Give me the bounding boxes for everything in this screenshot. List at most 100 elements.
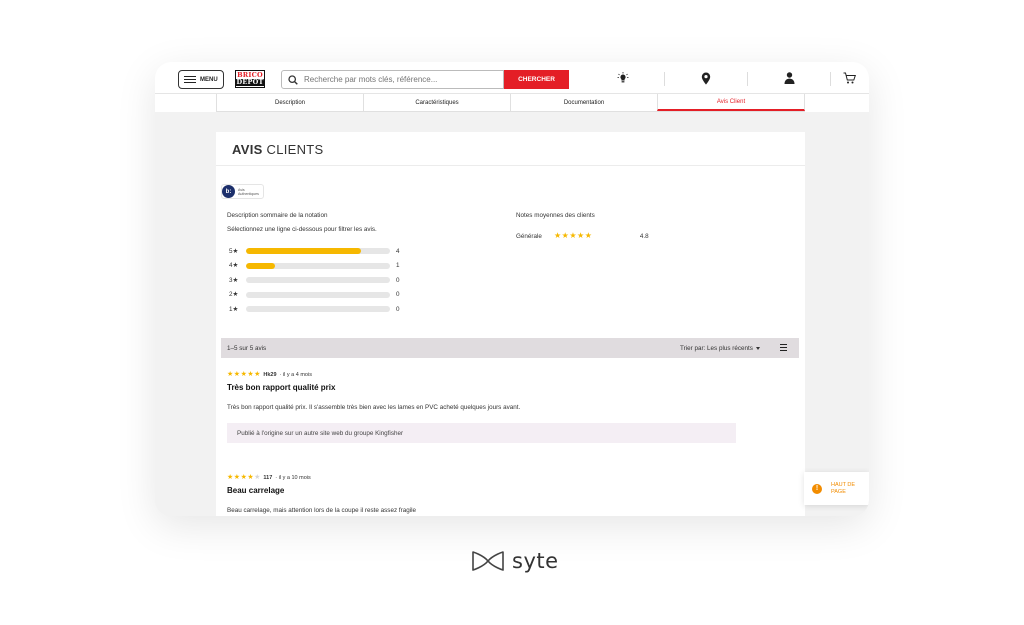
review-body: Très bon rapport qualité prix. Il s'asse… — [227, 404, 521, 411]
review-author: 117 — [263, 475, 273, 481]
sort-label: Trier par: Les plus récents — [680, 344, 753, 352]
histogram-count: 0 — [396, 291, 400, 298]
syte-brand: syte — [469, 549, 559, 573]
tab-description[interactable]: Description — [216, 94, 363, 111]
star-icon: ★ — [233, 371, 241, 378]
menu-label: MENU — [200, 76, 218, 83]
average-stars: ★ ★ ★ ★ ★ — [554, 232, 592, 240]
histogram-row[interactable]: 5★ 4 — [229, 247, 400, 255]
star-icon: ★ — [247, 371, 254, 378]
review-item: ★ ★ ★ ★ ★ 117 · il y a 10 mois Beau carrelag… — [227, 474, 787, 514]
reviews-toolbar: 1–5 sur 5 avis Trier par: Les plus récen… — [221, 338, 799, 358]
review-title: Très bon rapport qualité prix — [227, 383, 336, 392]
star-icon: ★ — [554, 231, 562, 240]
review-item: ★ ★ ★ ★ ★ Hk29 · il y a 4 mois Très bon rapp… — [227, 371, 787, 443]
histogram-label: 5★ — [229, 247, 239, 255]
histogram-count: 0 — [396, 305, 400, 313]
cart-icon[interactable] — [842, 71, 856, 85]
histogram-row[interactable]: 4★ 1 — [229, 262, 400, 270]
syndication-note: Publié à l'origine sur un autre site web… — [227, 423, 736, 443]
histogram-label: 1★ — [229, 305, 239, 313]
star-icon: ★ — [577, 231, 585, 240]
histogram-label: 2★ — [229, 291, 239, 298]
header-divider — [664, 72, 665, 86]
authentic-reviews-text: Avis Authentiques — [238, 188, 259, 196]
site-header: MENU BRICO DEPOT CHERCHER — [155, 62, 869, 94]
product-tabs: Description Caractéristiques Documentati… — [216, 94, 805, 112]
star-icon: ★ — [240, 474, 247, 481]
star-icon: ★ — [233, 474, 241, 481]
authentic-reviews-logo: b: — [222, 185, 235, 198]
reviews-panel: AVIS CLIENTS b: Avis Authentiques Descri… — [216, 132, 805, 516]
star-icon: ★ — [254, 371, 261, 378]
tab-caracteristiques[interactable]: Caractéristiques — [363, 94, 510, 111]
summary-title: Description sommaire de la notation — [227, 212, 328, 219]
histogram-bar-track — [246, 291, 390, 298]
review-stars: ★ ★ ★ ★ ★ — [227, 474, 260, 482]
histogram-row[interactable]: 2★ 0 — [229, 291, 400, 299]
review-body: Beau carrelage, mais attention lors de l… — [227, 507, 417, 514]
review-author: Hk29 — [263, 372, 277, 378]
authentic-reviews-badge: b: Avis Authentiques — [221, 184, 264, 199]
star-icon: ★ — [240, 371, 247, 378]
header-divider — [830, 72, 831, 86]
review-date: · il y a 4 mois — [279, 372, 312, 378]
histogram-count: 4 — [396, 247, 400, 255]
menu-button[interactable]: MENU — [178, 70, 224, 89]
logo-line2: DEPOT — [236, 78, 264, 86]
hamburger-icon — [184, 75, 196, 84]
histogram-count: 1 — [396, 262, 400, 269]
review-title: Beau carrelage — [227, 486, 285, 495]
review-meta: ★ ★ ★ ★ ★ Hk29 · il y a 4 mois — [227, 371, 787, 379]
user-icon[interactable] — [782, 71, 796, 85]
average-rating-row: Générale ★ ★ ★ ★ ★ 4.8 — [516, 232, 649, 240]
location-icon[interactable] — [699, 71, 713, 85]
summary-subtitle: Sélectionnez une ligne ci-dessous pour f… — [227, 226, 377, 233]
star-icon: ★ — [227, 474, 234, 481]
tab-avis-client[interactable]: Avis Client — [657, 94, 805, 111]
histogram-row[interactable]: 1★ 0 — [229, 305, 400, 313]
browser-frame: MENU BRICO DEPOT CHERCHER Description Ca… — [155, 62, 869, 516]
reviews-title-rest: CLIENTS — [266, 142, 324, 157]
search-box — [281, 70, 504, 89]
search-input[interactable] — [304, 75, 494, 84]
header-divider — [747, 72, 748, 86]
back-to-top-button[interactable]: ! HAUT DE PAGE — [804, 472, 869, 505]
review-stars: ★ ★ ★ ★ ★ — [227, 371, 260, 379]
histogram-bar-track — [246, 277, 390, 283]
list-view-icon[interactable] — [780, 344, 787, 351]
search-button[interactable]: CHERCHER — [504, 70, 569, 89]
average-label: Générale — [516, 232, 542, 240]
average-value: 4.8 — [639, 232, 649, 240]
tab-documentation[interactable]: Documentation — [510, 94, 657, 111]
histogram-count: 0 — [396, 276, 400, 284]
search-icon — [288, 74, 298, 85]
histogram-bar-track — [246, 248, 390, 254]
brico-depot-logo[interactable]: BRICO DEPOT — [235, 70, 265, 88]
star-icon: ★ — [569, 231, 577, 240]
syte-wordmark: syte — [512, 549, 559, 573]
average-title: Notes moyennes des clients — [516, 212, 595, 219]
star-icon: ★ — [584, 231, 592, 240]
histogram-label: 3★ — [229, 276, 239, 284]
chevron-down-icon — [755, 346, 760, 350]
star-icon: ★ — [247, 474, 254, 481]
syte-logo-icon — [472, 551, 504, 571]
idea-icon[interactable] — [616, 71, 630, 85]
histogram-bar-fill — [246, 248, 362, 254]
review-date: · il y a 10 mois — [275, 475, 311, 481]
reviews-title: AVIS CLIENTS — [232, 142, 324, 157]
histogram-label: 4★ — [229, 262, 239, 269]
star-icon: ★ — [561, 231, 569, 240]
star-icon: ★ — [227, 371, 234, 378]
histogram-row[interactable]: 3★ 0 — [229, 276, 400, 284]
histogram-bar-fill — [246, 262, 275, 269]
review-meta: ★ ★ ★ ★ ★ 117 · il y a 10 mois — [227, 474, 787, 482]
sort-dropdown[interactable]: Trier par: Les plus récents — [680, 345, 760, 352]
title-divider — [216, 165, 805, 166]
alert-icon: ! — [812, 483, 822, 494]
reviews-count: 1–5 sur 5 avis — [227, 344, 267, 352]
histogram-bar-track — [246, 306, 390, 312]
badge-line2: Authentiques — [238, 191, 259, 196]
back-to-top-label: HAUT DE PAGE — [831, 482, 856, 495]
